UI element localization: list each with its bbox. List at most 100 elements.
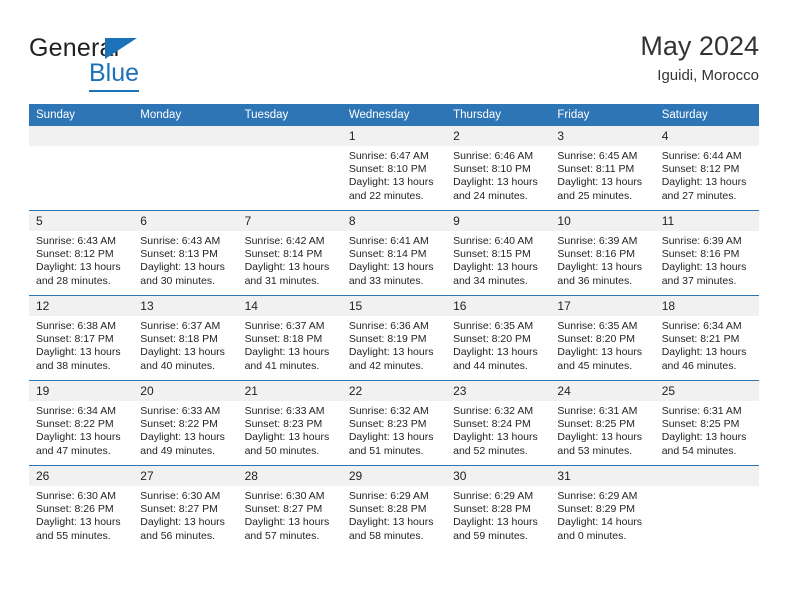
calendar-day-cell[interactable]: 15 Sunrise: 6:36 AM Sunset: 8:19 PM Dayligh… xyxy=(341,295,447,381)
day-details: Sunrise: 6:29 AM Sunset: 8:28 PM Daylight:… xyxy=(342,487,446,543)
day-detail-daylight1: Daylight: 13 hours xyxy=(348,431,434,444)
weekday-header-tuesday: Tuesday xyxy=(237,104,342,126)
calendar-day-cell[interactable]: 25 Sunrise: 6:31 AM Sunset: 8:25 PM Dayligh… xyxy=(654,380,759,466)
day-details: Sunrise: 6:32 AM Sunset: 8:24 PM Daylight:… xyxy=(446,402,550,458)
calendar-body: 1 Sunrise: 6:47 AM Sunset: 8:10 PM Daylight… xyxy=(29,126,759,550)
day-detail-sunrise: Sunrise: 6:39 AM xyxy=(557,235,638,247)
day-detail-daylight2: and 38 minutes. xyxy=(36,359,111,372)
day-detail-sunrise: Sunrise: 6:41 AM xyxy=(348,235,429,247)
calendar-day-cell[interactable]: 1 Sunrise: 6:47 AM Sunset: 8:10 PM Daylight… xyxy=(341,126,447,211)
calendar-day-cell[interactable]: 10 Sunrise: 6:39 AM Sunset: 8:16 PM Dayligh… xyxy=(550,210,655,296)
calendar-day-cell[interactable]: 26 Sunrise: 6:30 AM Sunset: 8:26 PM Dayligh… xyxy=(29,465,134,550)
day-detail-sunrise: Sunrise: 6:46 AM xyxy=(453,150,534,162)
day-detail-daylight1: Daylight: 13 hours xyxy=(557,431,643,444)
weekday-header-friday: Friday xyxy=(550,104,655,126)
brand-underline xyxy=(89,90,139,92)
day-detail-daylight1: Daylight: 14 hours xyxy=(557,516,643,529)
calendar-day-cell[interactable]: 4 Sunrise: 6:44 AM Sunset: 8:12 PM Daylight… xyxy=(654,126,759,211)
calendar-day-cell[interactable]: 23 Sunrise: 6:32 AM Sunset: 8:24 PM Dayligh… xyxy=(446,380,551,466)
day-detail-daylight1: Daylight: 13 hours xyxy=(348,261,434,274)
day-detail-daylight2: and 58 minutes. xyxy=(348,529,424,542)
calendar-day-cell[interactable]: 6 Sunrise: 6:43 AM Sunset: 8:13 PM Daylight… xyxy=(133,210,238,296)
calendar-day-cell[interactable]: 17 Sunrise: 6:35 AM Sunset: 8:20 PM Dayligh… xyxy=(550,295,655,381)
day-details: Sunrise: 6:30 AM Sunset: 8:27 PM Daylight:… xyxy=(238,487,342,543)
day-detail-sunrise: Sunrise: 6:38 AM xyxy=(36,320,116,332)
day-detail-daylight2: and 45 minutes. xyxy=(557,359,633,372)
day-detail-daylight1: Daylight: 13 hours xyxy=(557,346,643,359)
day-number: 6 xyxy=(133,211,238,232)
calendar-day-cell[interactable]: 30 Sunrise: 6:29 AM Sunset: 8:28 PM Dayligh… xyxy=(446,465,551,550)
day-detail-sunset: Sunset: 8:13 PM xyxy=(140,248,218,261)
day-detail-daylight1: Daylight: 13 hours xyxy=(453,516,538,529)
day-detail-daylight2: and 22 minutes. xyxy=(348,189,424,202)
weekday-header-row: Sunday Monday Tuesday Wednesday Thursday… xyxy=(29,104,759,126)
day-number: 1 xyxy=(341,126,447,147)
day-number: 17 xyxy=(550,296,655,317)
calendar-week-row: 1 Sunrise: 6:47 AM Sunset: 8:10 PM Daylight… xyxy=(29,126,759,211)
day-detail-sunset: Sunset: 8:17 PM xyxy=(36,333,114,346)
calendar-day-cell[interactable]: 16 Sunrise: 6:35 AM Sunset: 8:20 PM Dayligh… xyxy=(446,295,551,381)
day-detail-sunrise: Sunrise: 6:34 AM xyxy=(36,405,116,417)
day-detail-daylight2: and 33 minutes. xyxy=(348,274,424,287)
calendar-day-cell[interactable]: 28 Sunrise: 6:30 AM Sunset: 8:27 PM Dayligh… xyxy=(237,465,342,550)
day-detail-daylight2: and 53 minutes. xyxy=(557,444,633,457)
day-detail-sunrise: Sunrise: 6:33 AM xyxy=(140,405,221,417)
day-number: 4 xyxy=(654,126,759,147)
calendar-week-row: 5 Sunrise: 6:43 AM Sunset: 8:12 PM Daylight… xyxy=(29,210,759,296)
day-detail-daylight2: and 40 minutes. xyxy=(140,359,215,372)
day-detail-sunset: Sunset: 8:23 PM xyxy=(244,418,323,431)
day-detail-sunrise: Sunrise: 6:30 AM xyxy=(140,490,221,502)
day-detail-sunrise: Sunrise: 6:29 AM xyxy=(453,490,534,502)
calendar-day-cell[interactable]: 8 Sunrise: 6:41 AM Sunset: 8:14 PM Daylight… xyxy=(341,210,447,296)
day-detail-sunrise: Sunrise: 6:47 AM xyxy=(348,150,429,162)
calendar-day-cell[interactable]: 29 Sunrise: 6:29 AM Sunset: 8:28 PM Dayligh… xyxy=(341,465,447,550)
calendar-day-cell[interactable]: 31 Sunrise: 6:29 AM Sunset: 8:29 PM Dayligh… xyxy=(550,465,655,550)
calendar-day-cell[interactable]: 12 Sunrise: 6:38 AM Sunset: 8:17 PM Dayligh… xyxy=(29,295,134,381)
day-number: 18 xyxy=(654,296,759,317)
day-detail-sunrise: Sunrise: 6:44 AM xyxy=(661,150,742,162)
day-number xyxy=(237,126,342,147)
calendar-day-cell[interactable]: 11 Sunrise: 6:39 AM Sunset: 8:16 PM Dayligh… xyxy=(654,210,759,296)
day-number: 20 xyxy=(133,381,238,402)
calendar-day-cell-empty xyxy=(654,465,759,550)
day-detail-sunrise: Sunrise: 6:39 AM xyxy=(661,235,742,247)
day-number: 3 xyxy=(550,126,655,147)
day-detail-sunrise: Sunrise: 6:37 AM xyxy=(140,320,221,332)
day-number: 11 xyxy=(654,211,759,232)
calendar-day-cell[interactable]: 21 Sunrise: 6:33 AM Sunset: 8:23 PM Dayligh… xyxy=(237,380,342,466)
day-detail-sunset: Sunset: 8:10 PM xyxy=(348,163,427,176)
day-detail-daylight2: and 36 minutes. xyxy=(557,274,633,287)
calendar-day-cell[interactable]: 13 Sunrise: 6:37 AM Sunset: 8:18 PM Dayligh… xyxy=(133,295,238,381)
day-detail-daylight2: and 31 minutes. xyxy=(244,274,320,287)
day-number: 16 xyxy=(446,296,551,317)
day-detail-sunset: Sunset: 8:27 PM xyxy=(140,503,218,516)
calendar-day-cell[interactable]: 2 Sunrise: 6:46 AM Sunset: 8:10 PM Daylight… xyxy=(446,126,551,211)
calendar-day-cell[interactable]: 9 Sunrise: 6:40 AM Sunset: 8:15 PM Daylight… xyxy=(446,210,551,296)
brand-logo[interactable]: General Blue xyxy=(29,34,249,92)
day-details: Sunrise: 6:31 AM Sunset: 8:25 PM Daylight:… xyxy=(550,402,654,458)
day-detail-daylight1: Daylight: 13 hours xyxy=(661,261,747,274)
calendar-day-cell[interactable]: 3 Sunrise: 6:45 AM Sunset: 8:11 PM Daylight… xyxy=(550,126,655,211)
day-detail-sunrise: Sunrise: 6:32 AM xyxy=(348,405,429,417)
calendar-day-cell[interactable]: 14 Sunrise: 6:37 AM Sunset: 8:18 PM Dayligh… xyxy=(237,295,342,381)
calendar-day-cell[interactable]: 7 Sunrise: 6:42 AM Sunset: 8:14 PM Daylight… xyxy=(237,210,342,296)
day-detail-daylight2: and 49 minutes. xyxy=(140,444,215,457)
calendar-day-cell[interactable]: 22 Sunrise: 6:32 AM Sunset: 8:23 PM Dayligh… xyxy=(341,380,447,466)
day-detail-sunrise: Sunrise: 6:37 AM xyxy=(244,320,325,332)
calendar-day-cell[interactable]: 27 Sunrise: 6:30 AM Sunset: 8:27 PM Dayligh… xyxy=(133,465,238,550)
calendar-day-cell[interactable]: 19 Sunrise: 6:34 AM Sunset: 8:22 PM Dayligh… xyxy=(29,380,134,466)
calendar-day-cell-empty xyxy=(237,126,342,211)
day-details: Sunrise: 6:33 AM Sunset: 8:22 PM Daylight:… xyxy=(133,402,237,458)
day-detail-daylight1: Daylight: 13 hours xyxy=(453,176,538,189)
weekday-header-monday: Monday xyxy=(133,104,238,126)
calendar-day-cell[interactable]: 18 Sunrise: 6:34 AM Sunset: 8:21 PM Dayligh… xyxy=(654,295,759,381)
day-details: Sunrise: 6:35 AM Sunset: 8:20 PM Daylight:… xyxy=(550,317,654,373)
day-detail-sunset: Sunset: 8:12 PM xyxy=(36,248,114,261)
calendar-day-cell[interactable]: 20 Sunrise: 6:33 AM Sunset: 8:22 PM Dayligh… xyxy=(133,380,238,466)
day-number: 7 xyxy=(237,211,342,232)
day-detail-sunrise: Sunrise: 6:33 AM xyxy=(244,405,325,417)
calendar-day-cell[interactable]: 24 Sunrise: 6:31 AM Sunset: 8:25 PM Dayligh… xyxy=(550,380,655,466)
calendar-day-cell[interactable]: 5 Sunrise: 6:43 AM Sunset: 8:12 PM Daylight… xyxy=(29,210,134,296)
day-detail-sunrise: Sunrise: 6:40 AM xyxy=(453,235,534,247)
day-detail-sunset: Sunset: 8:27 PM xyxy=(244,503,323,516)
